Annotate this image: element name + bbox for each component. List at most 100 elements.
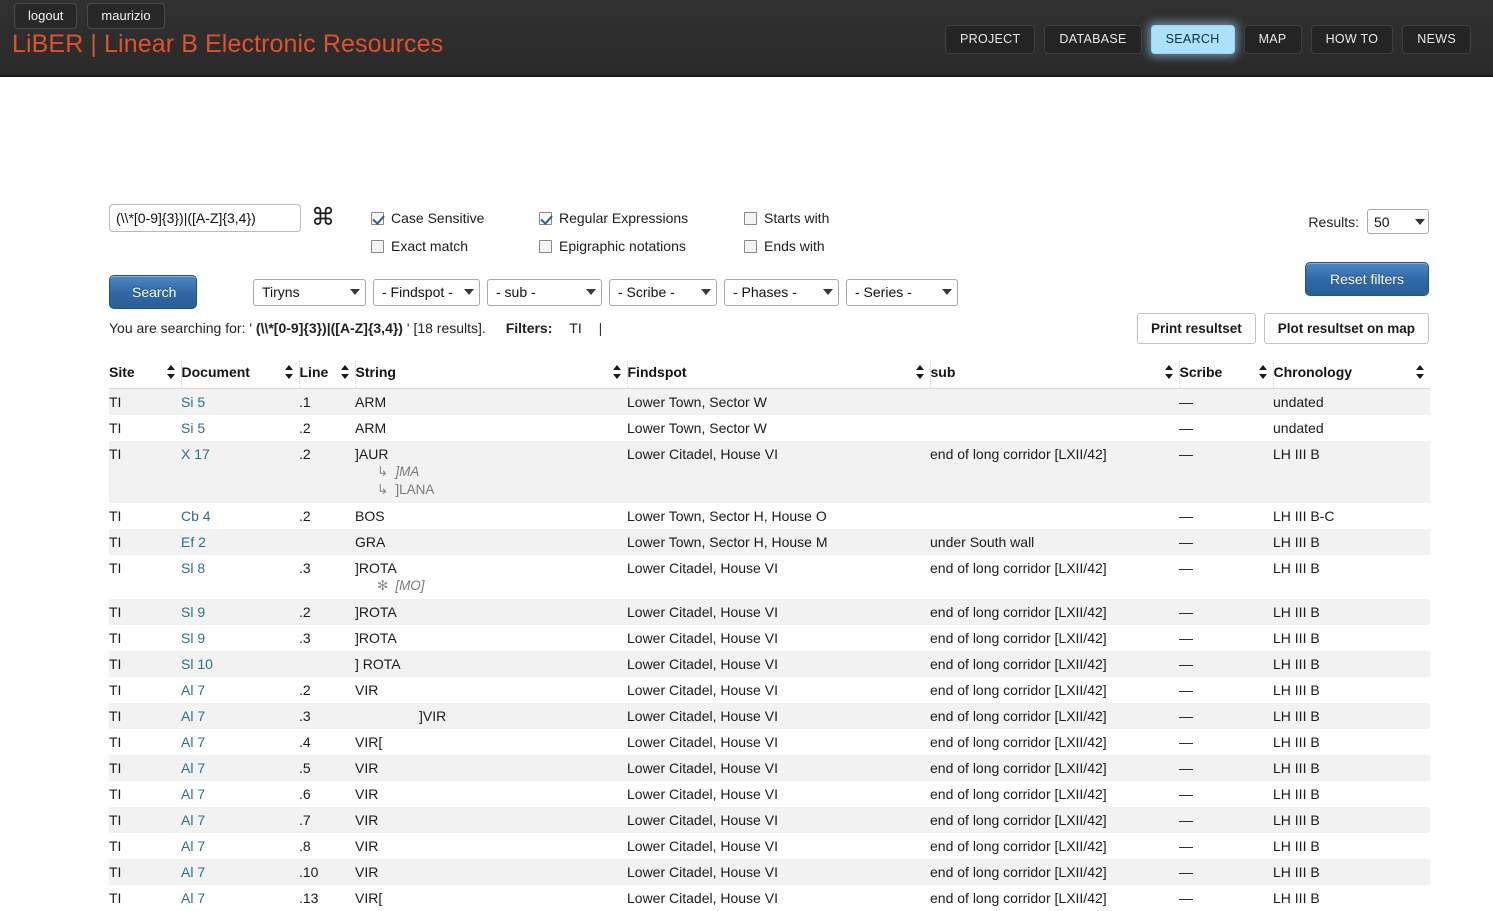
print-resultset-button[interactable]: Print resultset [1137,313,1256,344]
cell-document[interactable]: Sl 10 [181,651,299,677]
document-link[interactable]: Al 7 [181,838,205,854]
document-link[interactable]: Al 7 [181,760,205,776]
nav-item-database[interactable]: DATABASE [1044,25,1141,54]
table-row[interactable]: TIEf 2GRALower Town, Sector H, House Mun… [109,529,1430,555]
table-row[interactable]: TIAl 7.13VIR[Lower Citadel, House VIend … [109,885,1430,911]
filter-sub[interactable]: - sub - [487,279,602,306]
filter-findspot[interactable]: - Findspot - [373,279,480,306]
logout-button[interactable]: logout [14,3,77,29]
column-header-findspot[interactable]: Findspot [627,361,930,389]
cell-document[interactable]: X 17 [181,441,299,503]
cell-document[interactable]: Al 7 [181,781,299,807]
column-header-line[interactable]: Line [299,361,355,389]
document-link[interactable]: Sl 8 [181,560,205,576]
column-header-site[interactable]: Site [109,361,181,389]
results-count-select[interactable]: 50 [1367,209,1429,234]
cell-document[interactable]: Al 7 [181,885,299,911]
table-row[interactable]: TISl 9.3]ROTALower Citadel, House VIend … [109,625,1430,651]
search-button[interactable]: Search [109,275,197,309]
table-row[interactable]: TIAl 7.5VIRLower Citadel, House VIend of… [109,755,1430,781]
cell-document[interactable]: Al 7 [181,859,299,885]
column-header-sub[interactable]: sub [930,361,1179,389]
command-icon[interactable]: ⌘ [311,205,335,231]
document-link[interactable]: Si 5 [181,394,205,410]
table-row[interactable]: TICb 4.2BOSLower Town, Sector H, House O… [109,503,1430,529]
table-row[interactable]: TIAl 7.7VIRLower Citadel, House VIend of… [109,807,1430,833]
cell-document[interactable]: Al 7 [181,833,299,859]
cell-document[interactable]: Sl 9 [181,625,299,651]
document-link[interactable]: Sl 9 [181,604,205,620]
table-row[interactable]: TIAl 7.2VIRLower Citadel, House VIend of… [109,677,1430,703]
sort-icon[interactable] [613,365,622,379]
plot-resultset-on-map-button[interactable]: Plot resultset on map [1264,313,1429,344]
table-row[interactable]: TIX 17.2]AUR↳]MA↳]LANALower Citadel, Hou… [109,441,1430,503]
table-row[interactable]: TIAl 7.10VIRLower Citadel, House VIend o… [109,859,1430,885]
username-button[interactable]: maurizio [87,3,164,29]
checkbox-regular-expressions[interactable]: Regular Expressions [539,210,744,226]
checkbox-starts-with[interactable]: Starts with [744,210,829,226]
filter-series[interactable]: - Series - [846,279,958,306]
table-row[interactable]: TISl 8.3]ROTA✻[MO]Lower Citadel, House V… [109,555,1430,599]
search-input[interactable] [109,204,301,232]
cell-document[interactable]: Al 7 [181,677,299,703]
cell-document[interactable]: Sl 9 [181,599,299,625]
document-link[interactable]: Al 7 [181,682,205,698]
filter-scribe[interactable]: - Scribe - [609,279,717,306]
sort-icon[interactable] [916,365,925,379]
checkbox-ends-with[interactable]: Ends with [744,238,829,254]
document-link[interactable]: Cb 4 [181,508,211,524]
document-link[interactable]: Al 7 [181,812,205,828]
document-link[interactable]: X 17 [181,446,210,462]
reset-filters-button[interactable]: Reset filters [1305,262,1429,296]
cell-document[interactable]: Al 7 [181,729,299,755]
nav-item-project[interactable]: PROJECT [945,25,1035,54]
document-link[interactable]: Si 5 [181,420,205,436]
nav-item-news[interactable]: NEWS [1402,25,1471,54]
cell-document[interactable]: Al 7 [181,807,299,833]
checkbox-epigraphic-notations-box[interactable] [539,240,552,253]
cell-document[interactable]: Al 7 [181,755,299,781]
sort-icon[interactable] [341,365,350,379]
cell-document[interactable]: Sl 8 [181,555,299,599]
checkbox-regular-expressions-box[interactable] [539,212,552,225]
checkbox-case-sensitive-box[interactable] [371,212,384,225]
table-row[interactable]: TIAl 7.3]VIRLower Citadel, House VIend o… [109,703,1430,729]
document-link[interactable]: Sl 10 [181,656,213,672]
document-link[interactable]: Al 7 [181,864,205,880]
document-link[interactable]: Al 7 [181,786,205,802]
checkbox-epigraphic-notations[interactable]: Epigraphic notations [539,238,744,254]
cell-document[interactable]: Ef 2 [181,529,299,555]
document-link[interactable]: Al 7 [181,708,205,724]
nav-item-how-to[interactable]: HOW TO [1311,25,1394,54]
column-header-scribe[interactable]: Scribe [1179,361,1273,389]
nav-item-map[interactable]: MAP [1244,25,1302,54]
table-row[interactable]: TIAl 7.8VIRLower Citadel, House VIend of… [109,833,1430,859]
table-row[interactable]: TIAl 7.6VIRLower Citadel, House VIend of… [109,781,1430,807]
document-link[interactable]: Sl 9 [181,630,205,646]
table-row[interactable]: TISl 9.2]ROTALower Citadel, House VIend … [109,599,1430,625]
table-row[interactable]: TISi 5.1ARMLower Town, Sector W—undated [109,389,1430,416]
column-header-string[interactable]: String [355,361,627,389]
filter-phases[interactable]: - Phases - [724,279,839,306]
document-link[interactable]: Al 7 [181,734,205,750]
cell-document[interactable]: Cb 4 [181,503,299,529]
sort-icon[interactable] [1165,365,1174,379]
cell-document[interactable]: Si 5 [181,389,299,416]
sort-icon[interactable] [167,365,176,379]
sort-icon[interactable] [285,365,294,379]
column-header-chronology[interactable]: Chronology [1273,361,1430,389]
table-row[interactable]: TIAl 7.4VIR[Lower Citadel, House VIend o… [109,729,1430,755]
checkbox-ends-with-box[interactable] [744,240,757,253]
table-row[interactable]: TISi 5.2ARMLower Town, Sector W—undated [109,415,1430,441]
sort-icon[interactable] [1259,365,1268,379]
filter-site[interactable]: Tiryns [253,279,366,306]
nav-item-search[interactable]: SEARCH [1151,25,1235,54]
checkbox-starts-with-box[interactable] [744,212,757,225]
sort-icon[interactable] [1416,365,1425,379]
document-link[interactable]: Ef 2 [181,534,206,550]
document-link[interactable]: Al 7 [181,890,205,906]
checkbox-exact-match[interactable]: Exact match [371,238,539,254]
checkbox-exact-match-box[interactable] [371,240,384,253]
column-header-document[interactable]: Document [181,361,299,389]
table-row[interactable]: TISl 10] ROTALower Citadel, House VIend … [109,651,1430,677]
